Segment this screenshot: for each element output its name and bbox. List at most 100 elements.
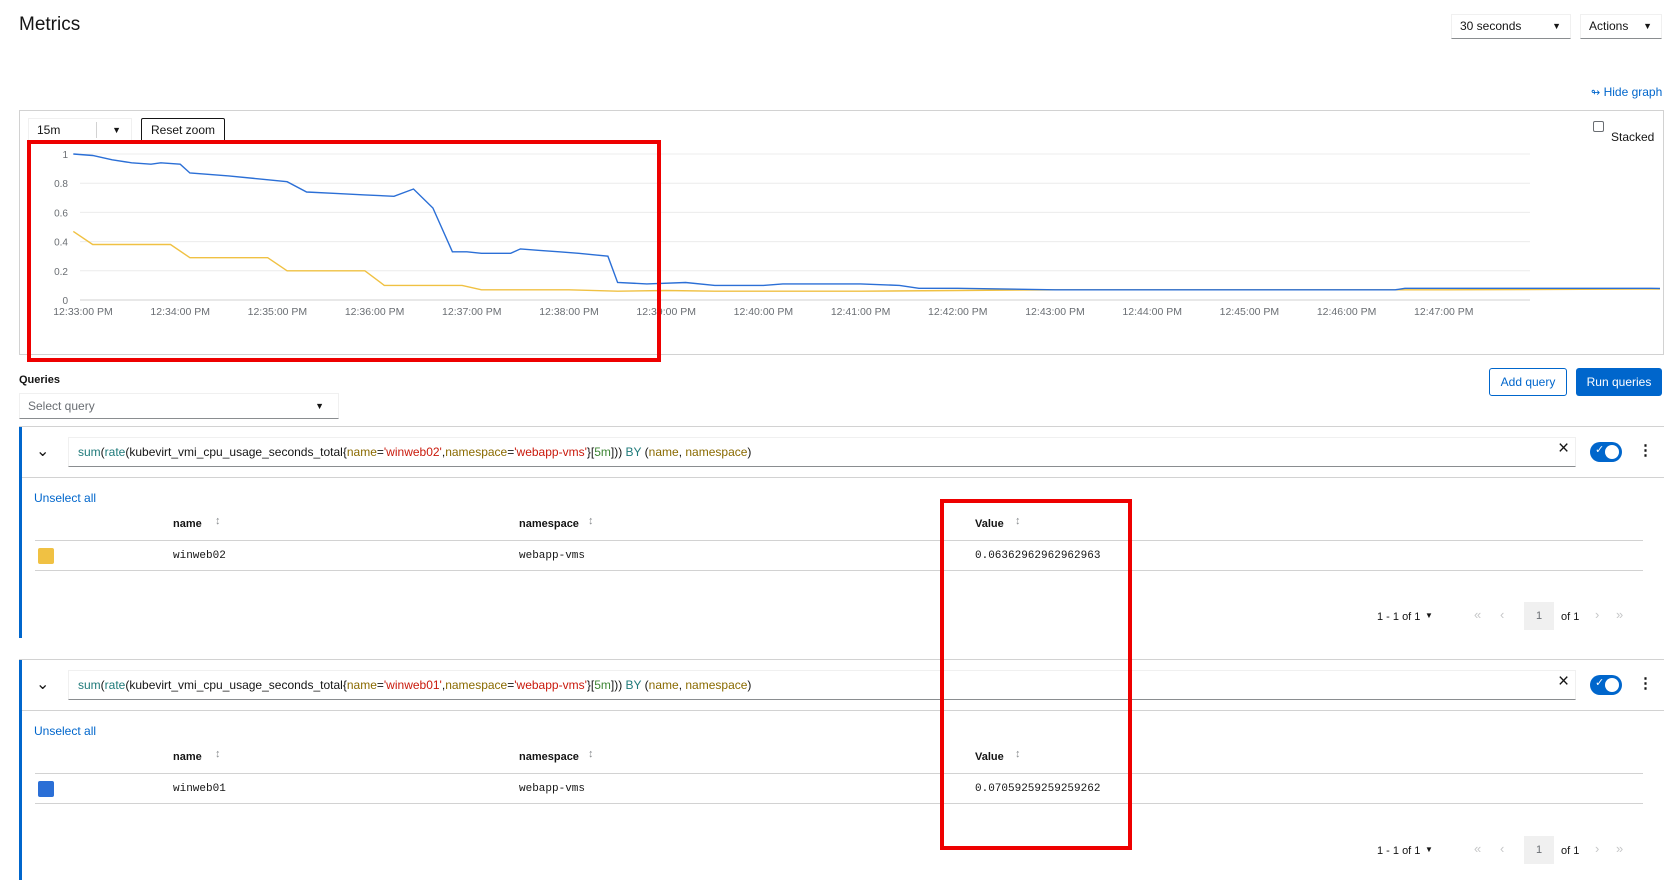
x-tick-label: 12:45:00 PM bbox=[1220, 306, 1280, 318]
query-token: sum bbox=[78, 445, 101, 459]
x-tick-label: 12:41:00 PM bbox=[831, 306, 891, 318]
y-tick-label: 0.6 bbox=[54, 208, 68, 219]
x-tick-label: 12:36:00 PM bbox=[345, 306, 405, 318]
query-expression-input-2[interactable]: sum(rate(kubevirt_vmi_cpu_usage_seconds_… bbox=[68, 670, 1576, 700]
query-token: 'webapp-vms' bbox=[514, 445, 587, 459]
close-icon[interactable]: × bbox=[1558, 671, 1569, 693]
angle-left-icon[interactable]: ‹ bbox=[1500, 841, 1504, 856]
angle-left-icon[interactable]: ‹ bbox=[1500, 607, 1504, 622]
query-token: namespace bbox=[685, 445, 748, 459]
caret-down-icon: ▼ bbox=[112, 125, 121, 135]
metrics-chart[interactable]: 00.20.40.60.8112:33:00 PM 12:34:00 PM 12:3… bbox=[20, 150, 1660, 350]
hide-graph-link[interactable]: ↬ Hide graph bbox=[1591, 85, 1662, 99]
column-header-namespace[interactable]: namespace bbox=[519, 751, 579, 763]
query-token: BY bbox=[622, 445, 645, 459]
row-value: 0.07059259259259262 bbox=[975, 783, 1101, 795]
hide-graph-label: Hide graph bbox=[1603, 85, 1663, 99]
check-icon: ✓ bbox=[1595, 677, 1605, 689]
reset-zoom-button[interactable]: Reset zoom bbox=[141, 118, 225, 142]
table-header-divider bbox=[35, 540, 1643, 541]
stacked-checkbox[interactable] bbox=[1593, 120, 1604, 135]
caret-down-icon[interactable]: ▼ bbox=[1425, 611, 1433, 620]
query-token: BY bbox=[622, 678, 645, 692]
sort-icon[interactable]: ↕ bbox=[1015, 515, 1021, 527]
y-tick-label: 0.2 bbox=[54, 267, 68, 278]
query-token: 5m bbox=[594, 678, 611, 692]
refresh-interval-dropdown[interactable]: 30 seconds ▼ bbox=[1451, 14, 1571, 39]
chevron-down-icon[interactable]: ⌄ bbox=[36, 674, 49, 694]
x-tick-label: 12:34:00 PM bbox=[150, 306, 210, 318]
row-name: winweb01 bbox=[173, 783, 226, 795]
query-expression-input-1[interactable]: sum(rate(kubevirt_vmi_cpu_usage_seconds_… bbox=[68, 437, 1576, 467]
refresh-interval-value: 30 seconds bbox=[1460, 19, 1522, 33]
angle-right-icon[interactable]: › bbox=[1595, 841, 1599, 856]
pagination-range: 1 - 1 of 1 bbox=[1377, 611, 1421, 623]
page-number-input[interactable]: 1 bbox=[1524, 602, 1554, 630]
kebab-icon[interactable]: ⋮ bbox=[1638, 441, 1653, 459]
column-header-value[interactable]: Value bbox=[975, 751, 1004, 763]
row-namespace: webapp-vms bbox=[519, 783, 586, 795]
select-query-placeholder: Select query bbox=[28, 399, 95, 413]
sort-icon[interactable]: ↕ bbox=[1015, 748, 1021, 760]
select-query-dropdown[interactable]: Select query ▼ bbox=[19, 393, 339, 419]
table-row-divider bbox=[35, 803, 1643, 804]
caret-down-icon: ▼ bbox=[1643, 21, 1652, 31]
kebab-icon[interactable]: ⋮ bbox=[1638, 674, 1653, 692]
query-token: ])) bbox=[610, 678, 623, 692]
unselect-all-link-2[interactable]: Unselect all bbox=[34, 724, 96, 738]
query-token: name bbox=[346, 678, 377, 692]
query-token: ) bbox=[747, 678, 752, 692]
query-token: name bbox=[648, 445, 679, 459]
query-token: name bbox=[648, 678, 679, 692]
angle-double-right-icon[interactable]: » bbox=[1616, 607, 1623, 622]
row-name: winweb02 bbox=[173, 550, 226, 562]
unselect-all-link-1[interactable]: Unselect all bbox=[34, 491, 96, 505]
angle-double-left-icon[interactable]: « bbox=[1474, 607, 1481, 622]
sort-icon[interactable]: ↕ bbox=[588, 515, 594, 527]
dropdown-divider bbox=[96, 122, 97, 138]
query-token: = bbox=[376, 678, 384, 692]
actions-dropdown[interactable]: Actions ▼ bbox=[1580, 14, 1662, 39]
series-line-winweb02[interactable] bbox=[72, 230, 1660, 292]
query-token: namespace bbox=[445, 678, 508, 692]
query-token: kubevirt_vmi_cpu_usage_seconds_total bbox=[129, 445, 343, 459]
series-color-swatch[interactable] bbox=[38, 548, 54, 564]
chevron-down-icon[interactable]: ⌄ bbox=[36, 441, 49, 461]
column-header-value[interactable]: Value bbox=[975, 518, 1004, 530]
query-token: ) bbox=[747, 445, 752, 459]
sort-icon[interactable]: ↕ bbox=[215, 748, 221, 760]
query-token: rate bbox=[104, 445, 126, 459]
close-icon[interactable]: × bbox=[1558, 438, 1569, 460]
query-header-divider bbox=[22, 710, 1664, 711]
column-header-name[interactable]: name bbox=[173, 518, 202, 530]
add-query-button[interactable]: Add query bbox=[1489, 368, 1567, 396]
pagination-range: 1 - 1 of 1 bbox=[1377, 845, 1421, 857]
sort-icon[interactable]: ↕ bbox=[215, 515, 221, 527]
y-tick-label: 0.4 bbox=[54, 238, 68, 249]
angle-right-icon[interactable]: › bbox=[1595, 607, 1599, 622]
page-number-input[interactable]: 1 bbox=[1524, 836, 1554, 864]
query-token: ])) bbox=[610, 445, 623, 459]
column-header-namespace[interactable]: namespace bbox=[519, 518, 579, 530]
series-line-winweb01[interactable] bbox=[73, 153, 1660, 291]
compress-icon: ↬ bbox=[1591, 87, 1601, 99]
time-range-value: 15m bbox=[37, 123, 61, 137]
queries-section-title: Queries bbox=[19, 374, 60, 386]
time-range-dropdown[interactable]: 15m ▼ bbox=[28, 118, 132, 142]
sort-icon[interactable]: ↕ bbox=[588, 748, 594, 760]
series-color-swatch[interactable] bbox=[38, 781, 54, 797]
stacked-checkbox-box[interactable] bbox=[1593, 121, 1604, 132]
run-queries-button[interactable]: Run queries bbox=[1576, 368, 1662, 396]
query-enable-toggle-1[interactable]: ✓ bbox=[1590, 442, 1622, 462]
check-icon: ✓ bbox=[1595, 444, 1605, 456]
angle-double-left-icon[interactable]: « bbox=[1474, 841, 1481, 856]
query-enable-toggle-2[interactable]: ✓ bbox=[1590, 675, 1622, 695]
x-tick-label: 12:37:00 PM bbox=[442, 306, 502, 318]
caret-down-icon[interactable]: ▼ bbox=[1425, 845, 1433, 854]
column-header-name[interactable]: name bbox=[173, 751, 202, 763]
query-token: 'webapp-vms' bbox=[514, 678, 587, 692]
x-tick-label: 12:38:00 PM bbox=[539, 306, 599, 318]
angle-double-right-icon[interactable]: » bbox=[1616, 841, 1623, 856]
x-tick-label: 12:44:00 PM bbox=[1122, 306, 1182, 318]
query-token: 5m bbox=[594, 445, 611, 459]
